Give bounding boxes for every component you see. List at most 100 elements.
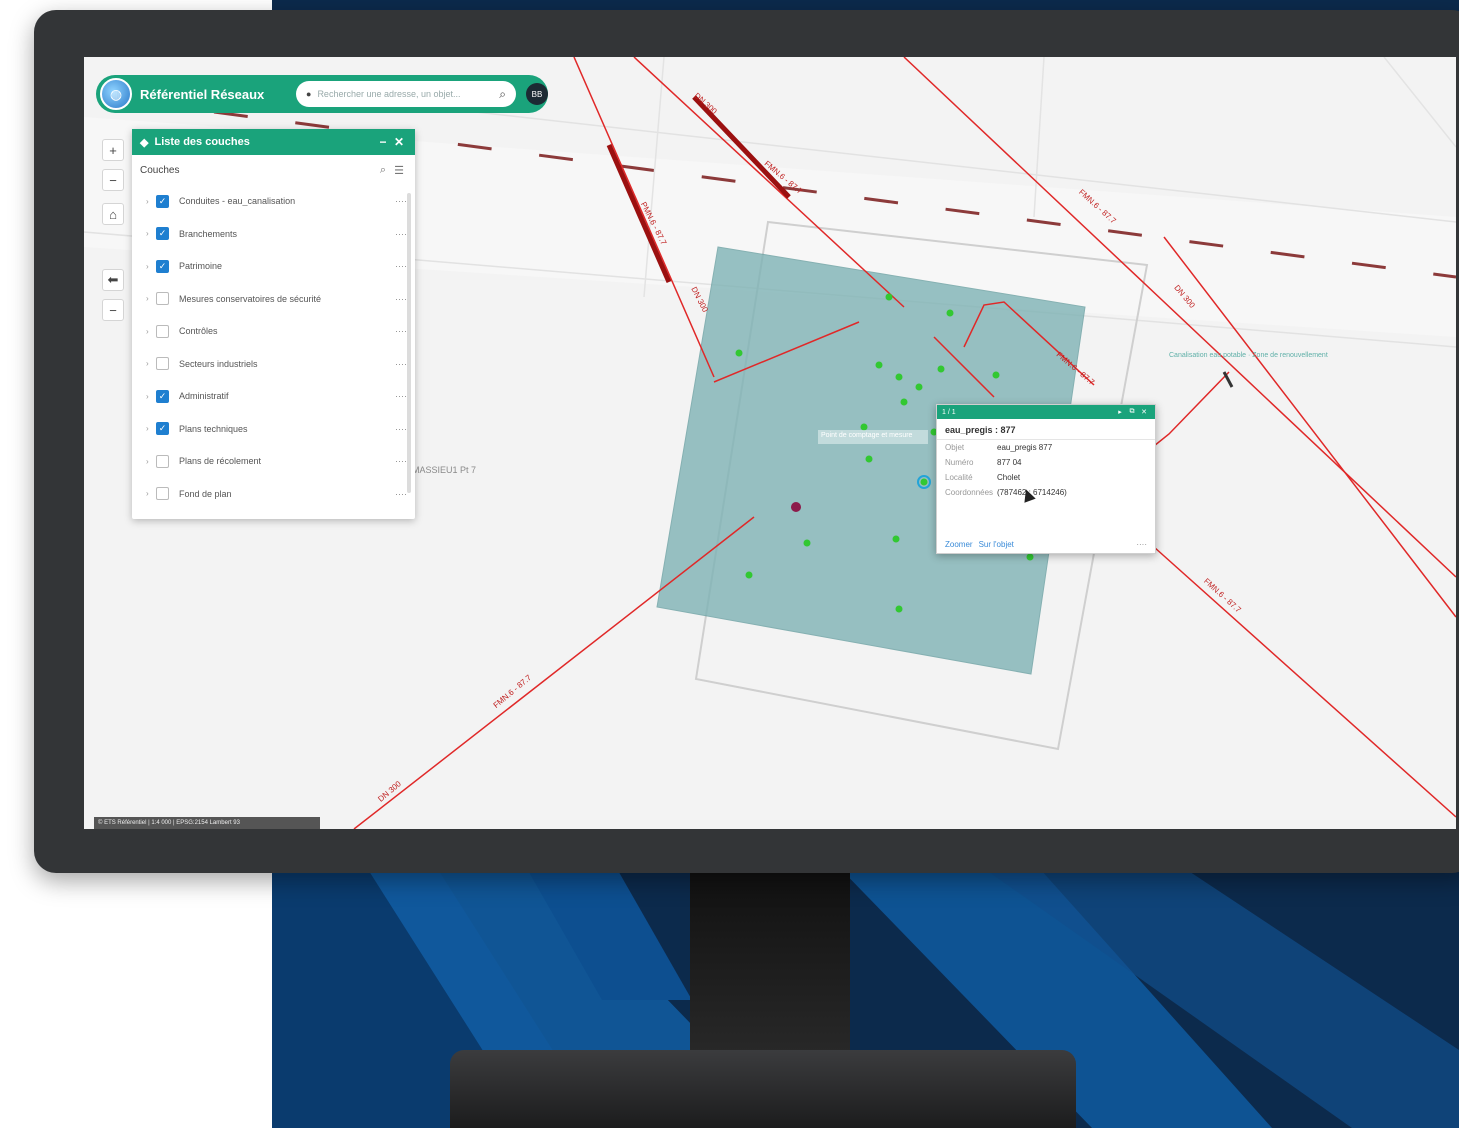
layer-list: › ✓ Conduites - eau_canalisation ···· › ✓ Bra…	[132, 185, 415, 510]
layer-row[interactable]: › ✓ Branchements ····	[132, 218, 415, 251]
map-label-parcel: MASSIEU1 Pt 7	[412, 465, 477, 475]
app-title: Référentiel Réseaux	[140, 86, 265, 102]
search-icon[interactable]: ⌕	[499, 87, 506, 102]
app-header: ◍ Référentiel Réseaux ● Rechercher une a…	[96, 75, 548, 113]
layer-checkbox[interactable]: ✓	[156, 227, 169, 241]
map-label-point: Point de comptage et mesure	[821, 432, 913, 439]
copy-icon[interactable]: ⧉	[1126, 408, 1138, 416]
valve-marker	[1222, 371, 1234, 388]
popup-value: (787462 ; 6714246)	[997, 488, 1067, 497]
monitor-stand-base	[450, 1050, 1076, 1128]
zoom-object-link[interactable]: Sur l'objet	[979, 540, 1014, 549]
layer-checkbox[interactable]: ✓	[156, 194, 169, 208]
chevron-right-icon[interactable]: ›	[146, 359, 156, 368]
layer-name: Branchements	[179, 228, 238, 239]
pump-icon	[791, 502, 801, 512]
chevron-right-icon[interactable]: ›	[146, 229, 156, 238]
layer-row[interactable]: › Contrôles ····	[132, 315, 415, 348]
search-box[interactable]: ● Rechercher une adresse, un objet... ⌕	[296, 81, 516, 107]
popup-value: eau_pregis 877	[997, 443, 1053, 452]
more-icon[interactable]: ····	[387, 391, 407, 401]
back-arrow-icon[interactable]: ⬅	[102, 269, 124, 291]
popup-row: Numéro 877 04	[937, 455, 1155, 470]
layer-checkbox[interactable]: ✓	[156, 389, 169, 403]
chevron-right-icon[interactable]: ›	[146, 262, 156, 271]
layer-checkbox[interactable]: ✓	[156, 422, 169, 436]
globe-icon[interactable]: ◍	[100, 78, 132, 110]
layer-checkbox[interactable]	[156, 487, 169, 501]
zoom-in-button[interactable]: +	[102, 139, 124, 161]
popup-pager: 1 / 1	[942, 408, 956, 416]
chevron-right-icon[interactable]: ›	[146, 489, 156, 498]
popup-value: Cholet	[997, 473, 1021, 482]
layer-checkbox[interactable]	[156, 357, 169, 371]
pipe	[353, 516, 755, 829]
layer-checkbox[interactable]	[156, 454, 169, 468]
more-icon[interactable]: ····	[387, 261, 407, 271]
layer-checkbox[interactable]: ✓	[156, 259, 169, 273]
status-bar: © ETS Référentiel | 1:4 000 | EPSG:2154 …	[94, 817, 320, 829]
close-icon[interactable]: ✕	[391, 135, 407, 149]
layer-name: Conduites - eau_canalisation	[179, 196, 296, 207]
zoom-out-button[interactable]: −	[102, 169, 124, 191]
layer-row[interactable]: › Secteurs industriels ····	[132, 348, 415, 381]
zoom-link[interactable]: Zoomer	[945, 540, 973, 549]
chevron-right-icon[interactable]: ›	[146, 424, 156, 433]
layers-icon: ◆	[140, 136, 149, 149]
popup-key: Coordonnées	[945, 488, 994, 497]
layer-name: Plans techniques	[179, 423, 248, 434]
minimize-icon[interactable]: −	[375, 135, 391, 149]
measure-button[interactable]: −	[102, 299, 124, 321]
popup-row: Coordonnées (787462 ; 6714246)	[937, 485, 1155, 500]
parcel-line	[1383, 57, 1456, 148]
layer-row[interactable]: › ✓ Administratif ····	[132, 380, 415, 413]
search-input[interactable]: Rechercher une adresse, un objet...	[317, 89, 499, 99]
more-icon[interactable]: ····	[387, 196, 407, 206]
layer-name: Fond de plan	[179, 488, 232, 499]
chevron-right-icon[interactable]: ›	[146, 294, 156, 303]
more-icon[interactable]: ····	[1136, 540, 1147, 549]
more-icon[interactable]: ····	[387, 489, 407, 499]
map-screen[interactable]: DN 300 FMN.6 - 87.7 PMN.6 - 87.7 DN 300 …	[84, 57, 1456, 829]
layer-name: Mesures conservatoires de sécurité	[179, 293, 322, 304]
layers-section-header: Couches ⌕ ☰	[132, 155, 415, 185]
layer-row[interactable]: › ✓ Conduites - eau_canalisation ····	[132, 185, 415, 218]
chevron-right-icon[interactable]: ›	[146, 197, 156, 206]
close-icon[interactable]: ✕	[1138, 408, 1150, 416]
chevron-right-icon[interactable]: ›	[146, 457, 156, 466]
popup-row: Objet eau_pregis 877	[937, 440, 1155, 455]
popup-key: Localité	[945, 473, 973, 482]
search-icon[interactable]: ⌕	[375, 164, 391, 177]
layer-row[interactable]: › Fond de plan ····	[132, 478, 415, 511]
layer-name: Contrôles	[179, 326, 218, 337]
layers-panel-title: Liste des couches	[154, 136, 250, 148]
more-icon[interactable]: ····	[387, 229, 407, 239]
play-icon[interactable]: ▸	[1114, 408, 1126, 416]
panel-scrollbar[interactable]	[407, 193, 411, 493]
chevron-right-icon[interactable]: ›	[146, 327, 156, 336]
more-icon[interactable]: ····	[387, 424, 407, 434]
map-label-annotation: Canalisation eau potable · Zone de renou…	[1169, 352, 1328, 359]
popup-title: eau_pregis : 877	[937, 419, 1155, 440]
layer-checkbox[interactable]	[156, 324, 169, 338]
more-icon[interactable]: ····	[387, 294, 407, 304]
layers-panel-header: ◆ Liste des couches − ✕	[132, 129, 415, 155]
home-icon[interactable]: ⌂	[102, 203, 124, 225]
popup-footer: Zoomer Sur l'objet ····	[937, 535, 1155, 553]
scene: DN 300 FMN.6 - 87.7 PMN.6 - 87.7 DN 300 …	[0, 0, 1459, 1128]
layer-name: Plans de récolement	[179, 456, 262, 467]
layer-row[interactable]: › ✓ Plans techniques ····	[132, 413, 415, 446]
more-icon[interactable]: ····	[387, 456, 407, 466]
layer-row[interactable]: › ✓ Patrimoine ····	[132, 250, 415, 283]
user-avatar[interactable]: BB	[526, 83, 548, 105]
chevron-right-icon[interactable]: ›	[146, 392, 156, 401]
layer-checkbox[interactable]	[156, 292, 169, 306]
layer-row[interactable]: › Mesures conservatoires de sécurité ····	[132, 283, 415, 316]
filter-icon[interactable]: ☰	[391, 164, 407, 177]
more-icon[interactable]: ····	[387, 359, 407, 369]
layers-section-label: Couches	[140, 164, 180, 176]
location-pin-icon: ●	[306, 89, 312, 99]
layer-row[interactable]: › Plans de récolement ····	[132, 445, 415, 478]
popup-key: Objet	[945, 443, 965, 452]
more-icon[interactable]: ····	[387, 326, 407, 336]
